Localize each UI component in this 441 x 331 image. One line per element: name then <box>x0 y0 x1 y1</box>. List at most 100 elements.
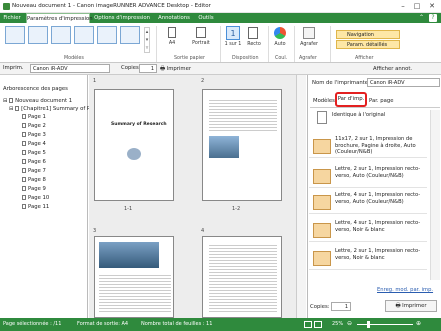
template-item[interactable]: Lettre, 4 sur 1, Impression recto-verso,… <box>309 190 427 214</box>
template-scroll-icon[interactable]: ▴ ▾ ▿ <box>144 27 150 53</box>
tree-page[interactable]: Page 4 <box>22 140 46 148</box>
tab-print-settings[interactable]: Paramètres d'impression <box>26 13 93 23</box>
tab-divider <box>310 107 440 108</box>
page-icon <box>22 204 26 209</box>
template-icon-5[interactable] <box>97 26 117 44</box>
tree-page[interactable]: Page 8 <box>22 176 46 184</box>
template-item[interactable]: Lettre, 4 sur 1, Impression recto-verso,… <box>309 218 427 242</box>
layout-button[interactable]: 1 sur 1 <box>222 42 244 47</box>
maximize-icon[interactable]: □ <box>411 1 423 11</box>
minimize-icon[interactable]: – <box>397 1 409 11</box>
page-tree-title: Arborescence des pages <box>3 86 68 92</box>
tab-print-settings-panel[interactable]: Par d'imp. <box>335 92 367 107</box>
zoom-slider-thumb[interactable] <box>367 321 370 328</box>
template-item[interactable]: 11x17, 2 sur 1, Impression de brochure, … <box>309 134 427 158</box>
save-template-link[interactable]: Enreg. mod. par. imp. <box>377 287 433 293</box>
photo-image <box>209 136 239 158</box>
orientation-icon[interactable] <box>196 27 206 38</box>
fit-width-icon[interactable] <box>314 321 322 328</box>
printer-icon: 🖶 <box>395 303 401 309</box>
zoom-slider[interactable] <box>357 324 413 325</box>
duplex-icon[interactable] <box>248 27 258 39</box>
tab-templates[interactable]: Modèles <box>313 98 335 104</box>
printer-name-select[interactable]: Canon iR-ADV <box>367 78 440 87</box>
paper-size-icon[interactable] <box>168 27 176 38</box>
template-icon-4[interactable] <box>74 26 94 44</box>
fit-page-icon[interactable] <box>304 321 312 328</box>
close-icon[interactable]: ✕ <box>426 1 438 11</box>
template-icon <box>313 139 331 154</box>
page-thumbnail[interactable] <box>94 236 174 318</box>
tab-print-options[interactable]: Options d'impression <box>92 13 152 23</box>
status-bar: Page sélectionnée : /11 Format de sortie… <box>0 318 441 331</box>
text-block <box>99 273 171 313</box>
ribbon-tab-bar: Fichier Paramètres d'impression Options … <box>0 13 441 23</box>
status-selected-page: Page sélectionnée : /11 <box>3 321 62 327</box>
template-item[interactable]: Lettre, 2 sur 1, Impression recto-verso,… <box>309 246 427 270</box>
minimize-ribbon-icon[interactable]: ⌃ <box>419 14 427 22</box>
printer-toolbar: Imprim. Canon iR-ADV Copies 1 🖶 Imprimer… <box>0 63 441 75</box>
tab-tools[interactable]: Outils <box>196 13 216 23</box>
template-icon <box>313 169 331 184</box>
tab-file[interactable]: Fichier <box>2 13 22 23</box>
tree-root[interactable]: ⊟ Nouveau document 1 <box>3 97 72 105</box>
panel-print-button[interactable]: 🖶 Imprimer <box>385 300 437 312</box>
color-mode-icon[interactable] <box>274 27 286 39</box>
color-mode-button[interactable]: Auto <box>271 42 289 47</box>
template-same-as-original[interactable]: Identique à l'original <box>332 112 385 118</box>
tree-page[interactable]: Page 2 <box>22 122 46 130</box>
print-button[interactable]: 🖶 Imprimer <box>160 64 200 74</box>
preview-scrollbar[interactable] <box>296 75 306 318</box>
orientation-button[interactable]: Portrait <box>187 41 215 46</box>
template-icon <box>313 223 331 238</box>
copies-input[interactable]: 1 <box>139 64 157 73</box>
zoom-out-icon[interactable]: ⊖ <box>347 320 352 327</box>
tree-page[interactable]: Page 10 <box>22 194 49 202</box>
original-template-icon <box>317 111 327 124</box>
tree-page[interactable]: Page 9 <box>22 185 46 193</box>
tree-page[interactable]: Page 5 <box>22 149 46 157</box>
page-icon <box>22 150 26 155</box>
layout-icon[interactable]: 1 <box>226 26 240 40</box>
page-number: 3 <box>93 228 97 234</box>
tree-page[interactable]: Page 6 <box>22 158 46 166</box>
template-scrollbar[interactable] <box>430 110 440 280</box>
page-thumbnail[interactable] <box>202 236 282 318</box>
printer-label: Imprim. <box>3 65 24 71</box>
navigation-toggle[interactable]: Navigation <box>336 30 400 39</box>
page-caption: 1-1 <box>124 206 133 212</box>
page-icon <box>22 195 26 200</box>
ribbon: ▴ ▾ ▿ Modèles A4 Portrait Sortie papier 1 … <box>0 23 441 63</box>
tree-page[interactable]: Page 11 <box>22 203 49 211</box>
page-icon <box>22 123 26 128</box>
tree-page[interactable]: Page 3 <box>22 131 46 139</box>
logo-image <box>127 148 141 160</box>
template-icon-2[interactable] <box>28 26 48 44</box>
panel-copies-input[interactable]: 1 <box>331 302 351 311</box>
staple-icon[interactable] <box>303 27 315 39</box>
paper-size-button[interactable]: A4 <box>162 41 182 46</box>
help-icon[interactable]: ? <box>429 14 437 22</box>
page-icon <box>22 141 26 146</box>
duplex-button[interactable]: Recto <box>244 42 264 47</box>
zoom-in-icon[interactable]: ⊕ <box>416 320 421 327</box>
page-thumbnail[interactable]: Summary of Research <box>94 89 174 201</box>
staple-button[interactable]: Agrafer <box>298 42 320 47</box>
detailed-settings-toggle[interactable]: Param. détaillés <box>336 40 400 49</box>
show-annotations-button[interactable]: Afficher annot. <box>373 64 439 74</box>
template-icon-6[interactable] <box>120 26 140 44</box>
page-number: 1 <box>93 78 97 84</box>
template-icon-3[interactable] <box>51 26 71 44</box>
page-thumbnail[interactable] <box>202 89 282 201</box>
template-item[interactable]: Lettre, 2 sur 1, Impression recto-verso,… <box>309 164 427 188</box>
tree-chapter[interactable]: ⊟ [Chapitre1] Summary of R <box>9 105 91 113</box>
printer-select[interactable]: Canon iR-ADV <box>30 64 110 73</box>
ribbon-separator <box>156 26 157 62</box>
group-label-color: Coul. <box>275 56 288 61</box>
tree-page[interactable]: Page 1 <box>22 113 46 121</box>
template-icon <box>313 251 331 266</box>
tab-annotations[interactable]: Annotations <box>154 13 194 23</box>
template-icon-1[interactable] <box>5 26 25 44</box>
tree-page[interactable]: Page 7 <box>22 167 46 175</box>
tab-page-settings[interactable]: Par. page <box>369 98 394 104</box>
